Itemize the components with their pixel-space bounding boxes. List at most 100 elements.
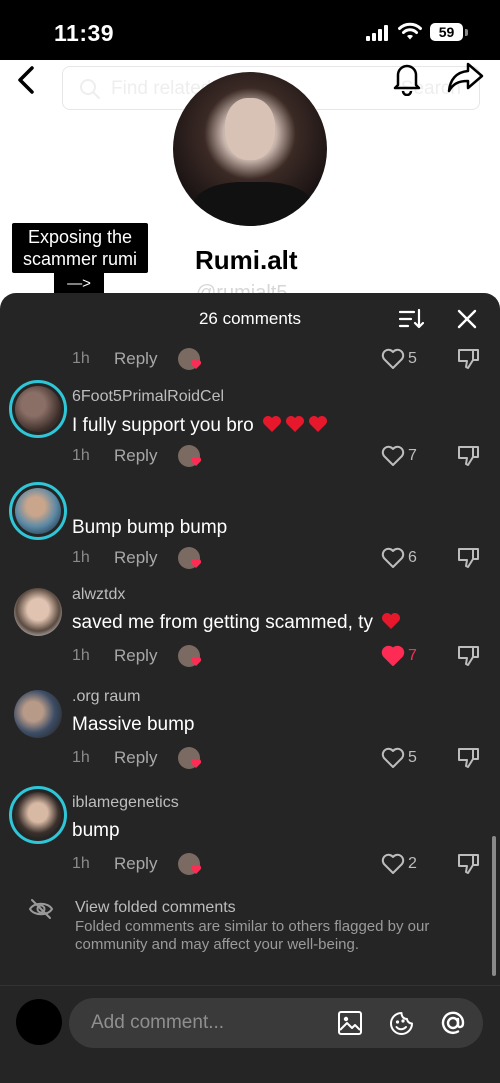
- comment-input-container[interactable]: [69, 998, 483, 1048]
- reply-button[interactable]: Reply: [114, 748, 157, 768]
- share-icon[interactable]: [446, 60, 486, 94]
- comment-username[interactable]: .org raum: [72, 688, 140, 706]
- comment-time: 1h: [72, 647, 90, 664]
- comment-item: 6Foot5PrimalRoidCel I fully support you …: [0, 380, 500, 480]
- comment-meta: 1h Reply 7: [72, 444, 492, 470]
- comment-time: 1h: [72, 549, 90, 566]
- like-heart-icon[interactable]: [380, 347, 406, 371]
- comment-item: .org raum Massive bump 1h Reply 5: [0, 688, 500, 788]
- comment-text: Massive bump: [72, 714, 195, 735]
- profile-name: Rumi.alt: [195, 245, 298, 275]
- comments-count-title: 26 comments: [198, 309, 302, 328]
- creator-liked-avatar: [178, 348, 202, 370]
- like-heart-filled-icon[interactable]: [380, 644, 406, 668]
- reply-button[interactable]: Reply: [114, 548, 157, 568]
- commenter-avatar[interactable]: [9, 786, 67, 844]
- dislike-icon[interactable]: [456, 746, 482, 770]
- battery-tip: [465, 29, 468, 36]
- like-count: 5: [408, 749, 417, 766]
- reply-button[interactable]: Reply: [114, 349, 157, 369]
- commenter-avatar[interactable]: [9, 380, 67, 438]
- red-heart-emoji-icon: [308, 416, 327, 432]
- red-heart-emoji-icon: [285, 416, 304, 432]
- comments-sheet: 26 comments 1h Reply 5 6Foot5PrimalRoidC…: [0, 293, 500, 1083]
- status-bar: 11:39 59: [0, 0, 500, 60]
- comment-text-body: saved me from getting scammed, ty: [72, 612, 373, 633]
- commenter-avatar[interactable]: [14, 588, 62, 636]
- comment-time: 1h: [72, 749, 90, 766]
- comment-meta: 1h Reply 7: [72, 644, 492, 670]
- comment-meta: 1h Reply 2: [72, 852, 492, 878]
- eye-off-icon: [28, 899, 54, 919]
- like-heart-icon[interactable]: [380, 444, 406, 468]
- comment-time: 1h: [72, 350, 90, 367]
- commenter-avatar[interactable]: [14, 690, 62, 738]
- creator-liked-avatar: [178, 747, 202, 769]
- dislike-icon[interactable]: [456, 852, 482, 876]
- comment-item: Bump bump bump 1h Reply 6: [0, 482, 500, 582]
- comment-item: 1h Reply 5: [0, 347, 500, 377]
- clock: 11:39: [54, 20, 115, 46]
- my-avatar: [16, 999, 62, 1045]
- like-heart-icon[interactable]: [380, 746, 406, 770]
- comment-input[interactable]: [91, 1009, 321, 1037]
- comment-meta: 1h Reply 5: [72, 746, 492, 772]
- small-heart-icon: [190, 758, 202, 768]
- comment-input-bar: [0, 985, 500, 1083]
- comment-item: iblamegenetics bump 1h Reply 2: [0, 786, 500, 886]
- close-icon[interactable]: [455, 307, 479, 331]
- like-count: 6: [408, 549, 417, 566]
- comment-text: bump: [72, 820, 120, 841]
- profile-avatar: [173, 72, 327, 226]
- comment-text: I fully support you bro: [72, 415, 328, 437]
- comment-text-body: I fully support you bro: [72, 415, 254, 436]
- creator-liked-avatar: [178, 547, 202, 569]
- profile-background: Find related content Search Exposing the…: [0, 60, 500, 300]
- reply-button[interactable]: Reply: [114, 446, 157, 466]
- comment-username[interactable]: 6Foot5PrimalRoidCel: [72, 388, 224, 406]
- dislike-icon[interactable]: [456, 444, 482, 468]
- like-count: 7: [408, 447, 417, 464]
- video-overlay-caption: Exposing the scammer rumi: [12, 223, 148, 273]
- mention-at-icon[interactable]: [439, 1009, 467, 1037]
- like-heart-icon[interactable]: [380, 852, 406, 876]
- comment-text: saved me from getting scammed, ty: [72, 612, 401, 634]
- like-count: 5: [408, 350, 417, 367]
- small-heart-icon: [190, 656, 202, 666]
- scrollbar[interactable]: [492, 836, 496, 976]
- back-arrow-icon[interactable]: [12, 62, 42, 102]
- comment-time: 1h: [72, 447, 90, 464]
- small-heart-icon: [190, 864, 202, 874]
- red-heart-emoji-icon: [262, 416, 281, 432]
- like-count: 7: [408, 647, 417, 664]
- folded-comments-description: Folded comments are similar to others fl…: [75, 918, 430, 953]
- emoji-icon[interactable]: [388, 1010, 415, 1037]
- reply-button[interactable]: Reply: [114, 646, 157, 666]
- avatar-face: [225, 98, 275, 160]
- like-heart-icon[interactable]: [380, 546, 406, 570]
- dislike-icon[interactable]: [456, 546, 482, 570]
- sort-icon[interactable]: [398, 307, 424, 331]
- reply-button[interactable]: Reply: [114, 854, 157, 874]
- small-heart-icon: [190, 359, 202, 369]
- image-icon[interactable]: [337, 1010, 363, 1036]
- folded-comments-title: View folded comments: [75, 899, 236, 916]
- folded-comments-row[interactable]: View folded comments Folded comments are…: [0, 893, 500, 963]
- dislike-icon[interactable]: [456, 347, 482, 371]
- creator-liked-avatar: [178, 853, 202, 875]
- comment-username[interactable]: alwztdx: [72, 586, 125, 604]
- battery-level: 59: [430, 23, 463, 41]
- like-count: 2: [408, 855, 417, 872]
- creator-liked-avatar: [178, 445, 202, 467]
- bell-icon[interactable]: [389, 60, 425, 96]
- comment-meta: 1h Reply 5: [72, 347, 492, 373]
- cellular-signal-icon: [366, 25, 388, 41]
- comment-text: Bump bump bump: [72, 517, 228, 538]
- comment-username[interactable]: iblamegenetics: [72, 794, 179, 812]
- comment-time: 1h: [72, 855, 90, 872]
- dislike-icon[interactable]: [456, 644, 482, 668]
- search-icon: [80, 79, 100, 99]
- wifi-icon: [398, 22, 422, 40]
- commenter-avatar[interactable]: [9, 482, 67, 540]
- small-heart-icon: [190, 558, 202, 568]
